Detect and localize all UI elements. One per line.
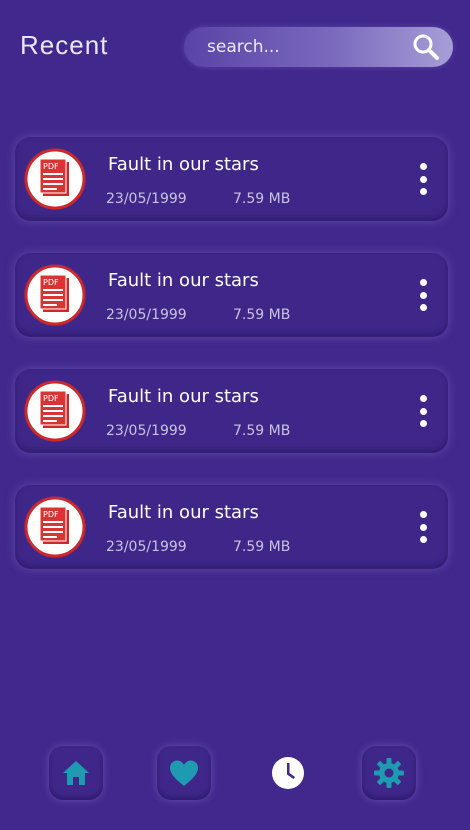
- file-size: 7.59 MB: [233, 539, 291, 555]
- file-card[interactable]: PDF Fault in our stars 23/05/1999 7.59 M…: [15, 137, 448, 221]
- nav-settings-button[interactable]: [362, 746, 416, 800]
- clock-icon: [271, 756, 305, 790]
- file-card[interactable]: PDF Fault in our stars 23/05/1999 7.59 M…: [15, 369, 448, 453]
- gear-icon: [373, 757, 405, 789]
- heart-icon: [168, 759, 200, 787]
- file-size: 7.59 MB: [233, 191, 291, 207]
- pdf-icon: PDF: [24, 264, 86, 326]
- pdf-icon: PDF: [24, 496, 86, 558]
- svg-text:PDF: PDF: [43, 394, 59, 403]
- file-card[interactable]: PDF Fault in our stars 23/05/1999 7.59 M…: [15, 485, 448, 569]
- file-name: Fault in our stars: [108, 502, 259, 523]
- file-date: 23/05/1999: [106, 423, 187, 439]
- more-options-icon[interactable]: [416, 395, 430, 427]
- home-icon: [61, 759, 91, 787]
- pdf-icon: PDF: [24, 148, 86, 210]
- file-date: 23/05/1999: [106, 191, 187, 207]
- file-name: Fault in our stars: [108, 154, 259, 175]
- svg-text:PDF: PDF: [43, 162, 59, 171]
- svg-text:PDF: PDF: [43, 510, 59, 519]
- bottom-nav: [0, 740, 470, 810]
- recent-files-list: PDF Fault in our stars 23/05/1999 7.59 M…: [15, 137, 448, 601]
- page-title: Recent: [20, 30, 109, 60]
- file-name: Fault in our stars: [108, 270, 259, 291]
- search-icon[interactable]: [412, 33, 440, 61]
- file-card[interactable]: PDF Fault in our stars 23/05/1999 7.59 M…: [15, 253, 448, 337]
- nav-recent-button[interactable]: [261, 746, 315, 800]
- search-bar[interactable]: search...: [184, 27, 453, 67]
- file-size: 7.59 MB: [233, 423, 291, 439]
- svg-text:PDF: PDF: [43, 278, 59, 287]
- file-size: 7.59 MB: [233, 307, 291, 323]
- file-date: 23/05/1999: [106, 307, 187, 323]
- pdf-icon: PDF: [24, 380, 86, 442]
- more-options-icon[interactable]: [416, 511, 430, 543]
- header: Recent search...: [0, 0, 470, 100]
- more-options-icon[interactable]: [416, 163, 430, 195]
- more-options-icon[interactable]: [416, 279, 430, 311]
- nav-home-button[interactable]: [49, 746, 103, 800]
- search-input[interactable]: search...: [207, 37, 280, 57]
- file-name: Fault in our stars: [108, 386, 259, 407]
- file-date: 23/05/1999: [106, 539, 187, 555]
- nav-favorites-button[interactable]: [157, 746, 211, 800]
